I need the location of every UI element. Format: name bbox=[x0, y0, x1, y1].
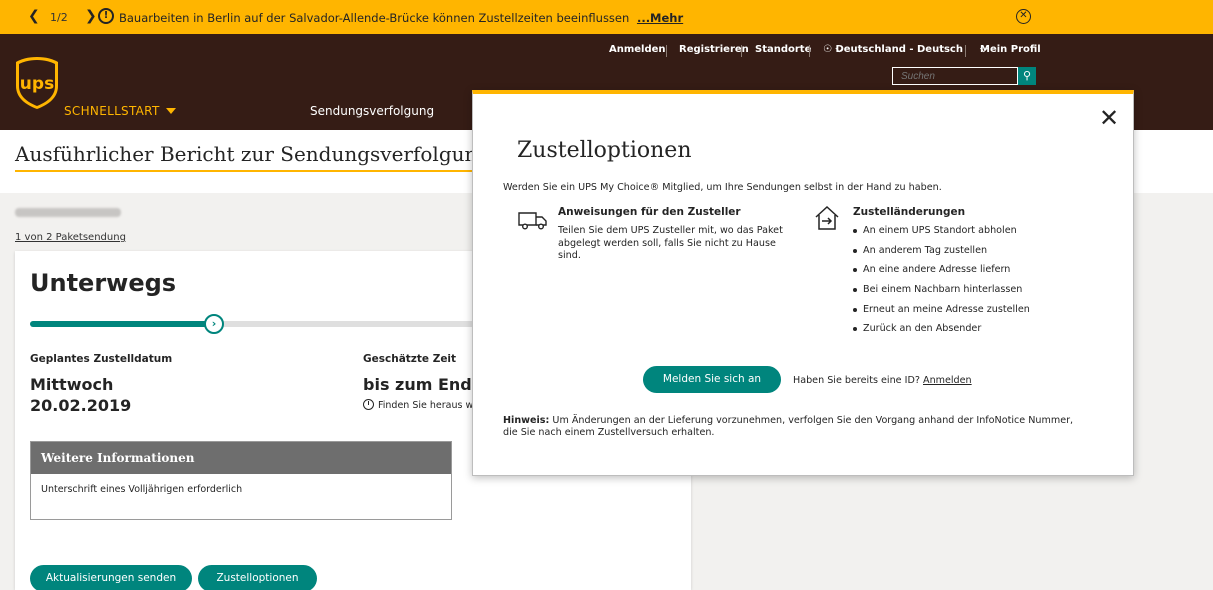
shipment-status: Unterwegs bbox=[30, 269, 177, 297]
nav-tracking[interactable]: Sendungsverfolgung bbox=[310, 104, 434, 118]
send-updates-button[interactable]: Aktualisierungen senden bbox=[30, 565, 192, 590]
delivery-changes-list: An einem UPS Standort abholen An anderem… bbox=[853, 225, 1030, 343]
quickstart-menu[interactable]: SCHNELLSTART bbox=[64, 104, 176, 118]
chevron-left-icon[interactable]: ❮ bbox=[28, 9, 40, 23]
modal-intro: Werden Sie ein UPS My Choice® Mitglied, … bbox=[503, 182, 942, 193]
login-link[interactable]: Anmelden bbox=[609, 44, 666, 55]
delivery-options-modal: ✕ Zustelloptionen Werden Sie ein UPS My … bbox=[472, 90, 1134, 476]
search-icon[interactable]: ⚲ bbox=[1018, 67, 1036, 85]
divider bbox=[965, 45, 966, 57]
estimated-time-label: Geschätzte Zeit bbox=[363, 353, 457, 365]
info-panel-text: Unterschrift eines Volljährigen erforder… bbox=[41, 484, 243, 495]
note-label: Hinweis: bbox=[503, 415, 550, 426]
planned-day: Mittwoch bbox=[30, 375, 114, 394]
clock-icon bbox=[363, 399, 374, 410]
page-title: Ausführlicher Bericht zur Sendungsverfol… bbox=[15, 142, 491, 166]
info-panel: Weitere Informationen Unterschrift eines… bbox=[30, 441, 452, 520]
title-underline bbox=[15, 170, 473, 172]
caret-down-icon bbox=[165, 108, 176, 114]
list-item: Bei einem Nachbarn hinterlassen bbox=[853, 284, 1030, 304]
info-panel-title: Weitere Informationen bbox=[31, 442, 451, 474]
driver-instructions-title: Anweisungen für den Zusteller bbox=[558, 206, 741, 218]
tracking-number-redacted bbox=[15, 208, 121, 217]
alert-bar: ❮ 1/2 ❯ ! Bauarbeiten in Berlin auf der … bbox=[0, 0, 1213, 34]
planned-date-label: Geplantes Zustelldatum bbox=[30, 353, 173, 365]
have-id-label: Haben Sie bereits eine ID? bbox=[793, 375, 920, 386]
package-count-link[interactable]: 1 von 2 Paketsendung bbox=[15, 232, 126, 243]
list-item: An einem UPS Standort abholen bbox=[853, 225, 1030, 245]
truck-icon bbox=[518, 212, 547, 230]
svg-text:ups: ups bbox=[20, 74, 54, 94]
delivery-changes-title: Zustelländerungen bbox=[853, 206, 966, 218]
language-label: Deutschland - Deutsch bbox=[835, 44, 963, 55]
alert-text: Bauarbeiten in Berlin auf der Salvador-A… bbox=[119, 11, 683, 25]
have-id-text: Haben Sie bereits eine ID? Anmelden bbox=[793, 375, 972, 386]
chevron-right-icon[interactable]: ❯ bbox=[85, 9, 97, 23]
list-item: Zurück an den Absender bbox=[853, 323, 1030, 343]
modal-note: Hinweis: Um Änderungen an der Lieferung … bbox=[503, 415, 1083, 439]
list-item: An anderem Tag zustellen bbox=[853, 245, 1030, 265]
locations-link[interactable]: Standorte bbox=[755, 44, 811, 55]
alert-icon: ! bbox=[98, 8, 114, 24]
divider bbox=[809, 45, 810, 57]
delivery-options-button[interactable]: Zustelloptionen bbox=[198, 565, 317, 590]
driver-instructions-text: Teilen Sie dem UPS Zusteller mit, wo das… bbox=[558, 225, 783, 261]
search-input[interactable] bbox=[892, 67, 1018, 85]
divider bbox=[741, 45, 742, 57]
planned-date: 20.02.2019 bbox=[30, 396, 132, 415]
sign-in-button[interactable]: Melden Sie sich an bbox=[643, 366, 781, 393]
divider bbox=[666, 45, 667, 57]
progress-fill bbox=[30, 321, 214, 327]
list-item: An eine andere Adresse liefern bbox=[853, 264, 1030, 284]
quickstart-label: SCHNELLSTART bbox=[64, 104, 160, 118]
modal-title: Zustelloptionen bbox=[517, 138, 692, 163]
alert-more-link[interactable]: ...Mehr bbox=[637, 11, 683, 25]
login-link-modal[interactable]: Anmelden bbox=[923, 375, 972, 386]
ups-logo[interactable]: ups bbox=[14, 56, 60, 110]
note-text: Um Änderungen an der Lieferung vorzunehm… bbox=[503, 415, 1074, 438]
language-selector[interactable]: ☉ Deutschland - Deutsch ⌵ bbox=[823, 44, 963, 55]
profile-label: Mein Profil bbox=[980, 44, 1041, 55]
progress-marker-icon: › bbox=[204, 314, 224, 334]
profile-menu[interactable]: Mein Profil ⌵ bbox=[980, 44, 1041, 55]
list-item: Erneut an meine Adresse zustellen bbox=[853, 304, 1030, 324]
close-icon[interactable]: ✕ bbox=[1099, 106, 1119, 130]
register-link[interactable]: Registrieren bbox=[679, 44, 749, 55]
house-arrow-icon bbox=[815, 205, 839, 230]
alert-counter: 1/2 bbox=[50, 11, 68, 24]
alert-message: Bauarbeiten in Berlin auf der Salvador-A… bbox=[119, 11, 630, 25]
close-circle-icon[interactable]: ✕ bbox=[1016, 9, 1031, 24]
